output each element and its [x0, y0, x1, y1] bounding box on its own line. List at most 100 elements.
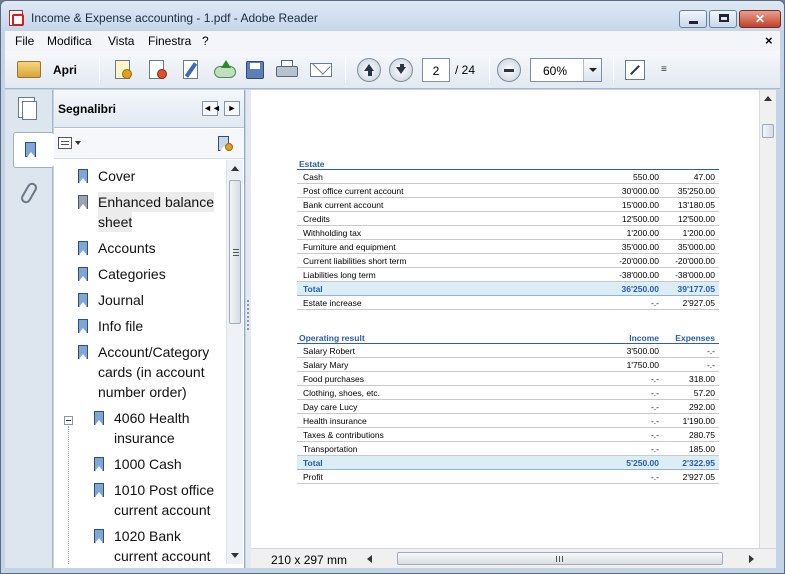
row-label: Salary Robert — [303, 346, 355, 356]
row-value-1: -.- — [650, 388, 659, 398]
chevron-down-icon[interactable] — [583, 59, 601, 81]
scroll-right-icon[interactable] — [749, 555, 754, 563]
splitter-grip — [247, 300, 249, 330]
menu-file[interactable]: File — [15, 34, 34, 48]
row-label: Clothing, shoes, etc. — [303, 388, 381, 398]
row-label: Total — [303, 284, 323, 294]
upload-arrow-icon — [221, 60, 231, 68]
bookmark-label: Info file — [98, 318, 144, 334]
table-row: Salary Mary 1'750.00 -.- — [297, 358, 719, 372]
scroll-up-icon[interactable] — [764, 96, 772, 101]
panel-next-button[interactable]: ► — [224, 101, 240, 116]
bookmark-item[interactable]: Info file — [54, 316, 224, 336]
pages-tab[interactable] — [13, 94, 47, 130]
bookmark-item[interactable]: Categories — [54, 264, 224, 284]
minimize-button[interactable] — [679, 10, 707, 28]
table-row: Health insurance -.- 1'190.00 — [297, 414, 719, 428]
row-value-1: 36'250.00 — [621, 284, 659, 294]
menu-help[interactable]: ? — [202, 34, 209, 48]
horizontal-scrollbar[interactable] — [363, 551, 758, 567]
row-value-2: 2'322.95 — [682, 458, 715, 468]
create-pdf-button[interactable] — [111, 58, 135, 82]
table-row: Salary Robert 3'500.00 -.- — [297, 344, 719, 358]
row-value-1: 35'000.00 — [621, 242, 659, 252]
maximize-button[interactable] — [709, 10, 737, 28]
chevron-down-icon — [75, 141, 81, 145]
bookmark-item[interactable]: 4060 Health insurance — [54, 408, 224, 448]
menu-vista[interactable]: Vista — [108, 34, 134, 48]
toolbar-options-icon[interactable]: ≡ — [661, 64, 667, 75]
operating-header-row: Operating result Income Expenses — [297, 332, 719, 344]
scroll-thumb[interactable] — [762, 124, 774, 138]
menu-modifica[interactable]: Modifica — [47, 34, 92, 48]
create-badge-icon — [122, 69, 132, 79]
panel-header: Segnalibri ◄◄ ► — [54, 90, 244, 128]
expand-bookmark-button[interactable] — [216, 135, 234, 153]
bookmark-item[interactable]: 1000 Cash — [54, 454, 224, 474]
options-menu-button[interactable] — [58, 137, 82, 151]
document-close-icon[interactable]: × — [765, 33, 773, 48]
bookmarks-scrollbar[interactable] — [226, 160, 243, 564]
scroll-left-icon[interactable] — [367, 555, 372, 563]
table-row: Withholding tax 1'200.00 1'200.00 — [297, 226, 719, 240]
bookmark-icon — [94, 411, 104, 425]
save-button[interactable] — [243, 58, 267, 82]
bookmark-item[interactable]: Enhanced balance sheet — [54, 192, 224, 232]
row-value-1: 15'000.00 — [621, 200, 659, 210]
row-value-2: 13'180.05 — [677, 200, 715, 210]
table-row: Furniture and equipment 35'000.00 35'000.0… — [297, 240, 719, 254]
scroll-thumb[interactable] — [397, 552, 723, 565]
open-label: Apri — [53, 63, 77, 77]
zoom-out-button[interactable] — [497, 58, 521, 82]
row-label: Day care Lucy — [303, 402, 358, 412]
row-value-2: 39'177.05 — [677, 284, 715, 294]
row-value-1: -20'000.00 — [619, 256, 659, 266]
document-view[interactable]: Estate Cash 550.00 47.00 Post office curren… — [251, 90, 759, 548]
pdf-tools-button[interactable] — [145, 58, 169, 82]
scroll-down-icon[interactable] — [231, 553, 239, 558]
paperclip-icon — [19, 180, 39, 206]
arrow-down-icon — [396, 67, 406, 74]
folder-icon — [17, 61, 41, 78]
table-row: Cash 550.00 47.00 — [297, 170, 719, 184]
row-value-2: 1'200.00 — [682, 228, 715, 238]
bookmark-item[interactable]: 1010 Post office current account — [54, 480, 224, 520]
table-row: Bank current account 15'000.00 13'180.05 — [297, 198, 719, 212]
menu-finestra[interactable]: Finestra — [148, 34, 191, 48]
scroll-thumb[interactable] — [229, 180, 241, 324]
full-screen-button[interactable] — [623, 58, 647, 82]
bookmarks-tab[interactable] — [13, 132, 54, 168]
next-page-button[interactable] — [389, 58, 413, 82]
collapse-panel-button[interactable]: ◄◄ — [202, 101, 221, 116]
bookmark-item[interactable]: Cover — [54, 166, 224, 186]
bookmark-item[interactable]: Accounts — [54, 238, 224, 258]
bookmark-item[interactable]: Journal — [54, 290, 224, 310]
estate-rows: Cash 550.00 47.00 Post office current accou… — [297, 170, 719, 282]
close-window-button[interactable]: ✕ — [739, 10, 781, 28]
print-button[interactable] — [275, 58, 299, 82]
email-button[interactable] — [309, 58, 333, 82]
row-label: Profit — [303, 472, 323, 482]
bookmark-label: insurance — [114, 430, 175, 446]
page-number-input[interactable]: 2 — [422, 58, 450, 82]
row-value-1: -.- — [650, 472, 659, 482]
sign-button[interactable] — [179, 58, 203, 82]
bookmark-icon — [94, 483, 104, 497]
maximize-icon — [719, 14, 729, 22]
zoom-select[interactable]: 60% — [530, 58, 602, 82]
row-value-2: 2'927.05 — [682, 472, 715, 482]
expand-icon — [625, 60, 645, 80]
row-value-1: -.- — [650, 430, 659, 440]
bookmark-item[interactable]: Account/Category cards (in account number … — [54, 342, 224, 402]
bookmark-item[interactable]: 1020 Bank current account — [54, 526, 224, 564]
scroll-up-icon[interactable] — [231, 166, 239, 171]
document-vertical-scrollbar[interactable] — [759, 90, 776, 548]
table-row: Food purchases -.- 318.00 — [297, 372, 719, 386]
row-value-2: 57.20 — [693, 388, 715, 398]
row-label: Withholding tax — [303, 228, 362, 238]
attachments-tab[interactable] — [13, 176, 47, 212]
upload-button[interactable] — [213, 58, 237, 82]
bookmark-label: cards (in account — [98, 364, 205, 380]
toolbar-separator — [489, 57, 490, 83]
previous-page-button[interactable] — [357, 58, 381, 82]
